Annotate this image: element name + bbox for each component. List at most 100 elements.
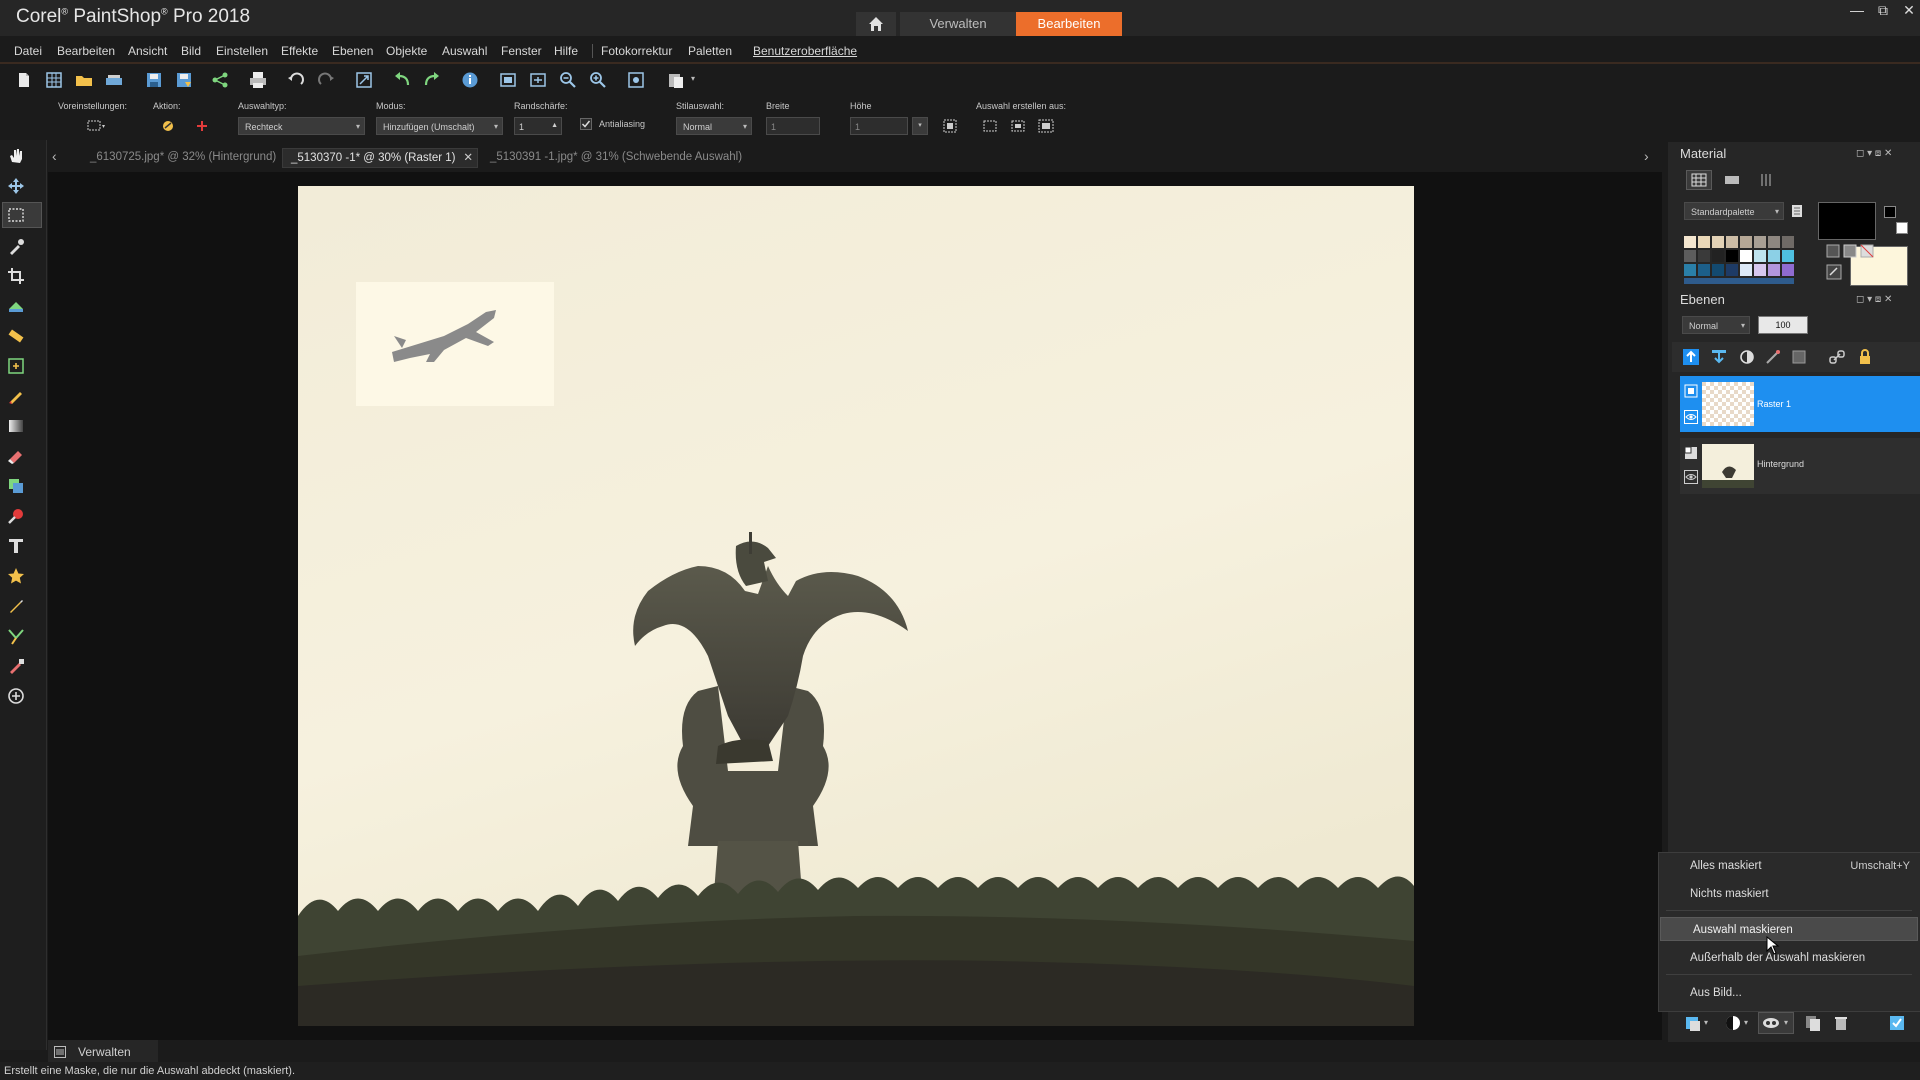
eraser-icon[interactable] bbox=[6, 446, 26, 466]
blend-mode-select[interactable]: Normal ▾ bbox=[1682, 316, 1750, 334]
save-as-icon[interactable] bbox=[174, 70, 194, 90]
home-button[interactable] bbox=[856, 12, 896, 36]
selection-from-opaque-icon[interactable] bbox=[1010, 118, 1026, 134]
menu-file[interactable]: Datei bbox=[14, 44, 42, 58]
opacity-input[interactable]: 100 bbox=[1758, 316, 1808, 334]
layers-panel-options-icon[interactable]: ◻ ▾ ⧈ ✕ bbox=[1856, 294, 1892, 305]
resize-icon[interactable] bbox=[354, 70, 374, 90]
info-icon[interactable] bbox=[460, 70, 480, 90]
layer-mask-icon[interactable] bbox=[1790, 348, 1808, 366]
style-select[interactable]: Normal ▾ bbox=[676, 117, 752, 135]
zoom-out-icon[interactable] bbox=[558, 70, 578, 90]
new-vector-layer-icon[interactable] bbox=[1710, 348, 1728, 366]
doc-tab[interactable]: _5130391 -1.jpg* @ 31% (Schwebende Auswa… bbox=[490, 148, 742, 166]
rotate-right-icon[interactable] bbox=[316, 70, 336, 90]
visibility-eye-icon[interactable] bbox=[1684, 410, 1698, 424]
menu-edit[interactable]: Bearbeiten bbox=[57, 44, 115, 58]
menu-image[interactable]: Bild bbox=[181, 44, 201, 58]
menu-selections[interactable]: Auswahl bbox=[442, 44, 487, 58]
reset-action-icon[interactable] bbox=[160, 118, 176, 134]
tab-manage[interactable]: Verwalten bbox=[900, 12, 1016, 36]
crop-icon[interactable] bbox=[6, 266, 26, 286]
menu-item-show-all[interactable]: Nichts maskiert bbox=[1658, 882, 1920, 906]
menu-adjust[interactable]: Einstellen bbox=[216, 44, 268, 58]
print-icon[interactable] bbox=[248, 70, 268, 90]
color-swatches[interactable] bbox=[1684, 236, 1804, 286]
duplicate-layer-icon[interactable] bbox=[1804, 1014, 1822, 1032]
document-image[interactable] bbox=[298, 186, 1414, 1026]
layer-properties-icon[interactable] bbox=[1888, 1014, 1906, 1032]
new-layer-dropdown-icon[interactable]: ▾ bbox=[1704, 1018, 1708, 1027]
menu-effects[interactable]: Effekte bbox=[281, 44, 318, 58]
fit-image-icon[interactable] bbox=[528, 70, 548, 90]
share-icon[interactable] bbox=[210, 70, 230, 90]
mode-select[interactable]: Hinzufügen (Umschalt) ▾ bbox=[376, 117, 503, 135]
swap-colors-icon[interactable] bbox=[1826, 264, 1842, 280]
menu-item-from-image[interactable]: Aus Bild... bbox=[1658, 981, 1920, 1005]
dropper-icon[interactable] bbox=[6, 236, 26, 256]
visibility-eye-icon[interactable] bbox=[1684, 470, 1698, 484]
scanner-icon[interactable] bbox=[104, 70, 124, 90]
shape-star-icon[interactable] bbox=[6, 566, 26, 586]
mask-dropdown-icon[interactable]: ▾ bbox=[1784, 1018, 1788, 1027]
menu-user-interface[interactable]: Benutzeroberfläche bbox=[753, 44, 857, 58]
zoom-in-icon[interactable] bbox=[588, 70, 608, 90]
adjustment-icon[interactable] bbox=[1724, 1014, 1742, 1032]
adjustment-layer-icon[interactable] bbox=[1738, 348, 1756, 366]
transparent-style-icon[interactable] bbox=[1860, 244, 1874, 258]
feather-input[interactable]: 1 ▲ bbox=[514, 117, 562, 135]
palette-options-icon[interactable] bbox=[1790, 204, 1804, 218]
mini-background-swatch[interactable] bbox=[1896, 222, 1908, 234]
link-layers-icon[interactable] bbox=[1828, 348, 1846, 366]
menu-layers[interactable]: Ebenen bbox=[332, 44, 373, 58]
move-icon[interactable] bbox=[6, 176, 26, 196]
paste-icon[interactable] bbox=[666, 70, 686, 90]
straighten-icon[interactable] bbox=[6, 296, 26, 316]
antialias-checkbox[interactable] bbox=[580, 118, 592, 130]
lock-layer-icon[interactable] bbox=[1856, 348, 1874, 366]
redo-icon[interactable] bbox=[422, 70, 442, 90]
tabs-scroll-left-icon[interactable]: ‹ bbox=[52, 148, 57, 164]
new-layer-icon[interactable] bbox=[1684, 1014, 1702, 1032]
palette-select[interactable]: Standardpalette ▾ bbox=[1684, 202, 1784, 220]
menu-window[interactable]: Fenster bbox=[501, 44, 542, 58]
gradient-icon[interactable] bbox=[6, 416, 26, 436]
menu-view[interactable]: Ansicht bbox=[128, 44, 167, 58]
doc-tab-active[interactable]: _5130370 -1* @ 30% (Raster 1) ✕ bbox=[282, 148, 478, 168]
close-tab-icon[interactable]: ✕ bbox=[463, 149, 473, 167]
tab-edit[interactable]: Bearbeiten bbox=[1016, 12, 1122, 36]
fg-style-icon[interactable] bbox=[1826, 244, 1840, 258]
sliders-tab-icon[interactable] bbox=[1758, 173, 1774, 187]
cancel-action-icon[interactable] bbox=[194, 118, 210, 134]
zoom-to-100-icon[interactable] bbox=[626, 70, 646, 90]
paint-brush-icon[interactable] bbox=[6, 386, 26, 406]
background-color-swatch[interactable] bbox=[1850, 246, 1908, 286]
undo-icon[interactable] bbox=[392, 70, 412, 90]
pen-tool-icon[interactable] bbox=[6, 626, 26, 646]
size-dropdown-icon[interactable]: ▾ bbox=[912, 117, 928, 135]
selection-from-merged-icon[interactable] bbox=[1038, 118, 1054, 134]
paste-dropdown-icon[interactable]: ▾ bbox=[691, 74, 695, 83]
close-icon[interactable]: ✕ bbox=[1898, 2, 1920, 22]
rainbow-tab-icon[interactable] bbox=[1724, 173, 1740, 187]
selection-from-layer-icon[interactable] bbox=[982, 118, 998, 134]
select-all-icon[interactable] bbox=[942, 118, 958, 134]
menu-photo-fix[interactable]: Fotokorrektur bbox=[601, 44, 672, 58]
ruler-icon[interactable] bbox=[6, 326, 26, 346]
minimize-icon[interactable]: — bbox=[1846, 2, 1868, 22]
red-eye-icon[interactable] bbox=[6, 506, 26, 526]
selection-type-select[interactable]: Rechteck ▾ bbox=[238, 117, 365, 135]
layer-effects-icon[interactable] bbox=[1764, 348, 1782, 366]
adjustment-dropdown-icon[interactable]: ▾ bbox=[1744, 1018, 1748, 1027]
menu-objects[interactable]: Objekte bbox=[386, 44, 427, 58]
menu-item-hide-all[interactable]: Alles maskiert Umschalt+Y bbox=[1658, 854, 1920, 878]
restore-icon[interactable]: ⧉ bbox=[1872, 2, 1894, 22]
clone-icon[interactable] bbox=[6, 476, 26, 496]
text-cursor-icon[interactable] bbox=[6, 356, 26, 376]
presets-icon[interactable] bbox=[86, 118, 106, 134]
width-input[interactable]: 1 bbox=[766, 117, 820, 135]
menu-item-hide-selection[interactable]: Auswahl maskieren bbox=[1660, 917, 1918, 941]
menu-palettes[interactable]: Paletten bbox=[688, 44, 732, 58]
fit-window-icon[interactable] bbox=[498, 70, 518, 90]
height-input[interactable]: 1 bbox=[850, 117, 908, 135]
